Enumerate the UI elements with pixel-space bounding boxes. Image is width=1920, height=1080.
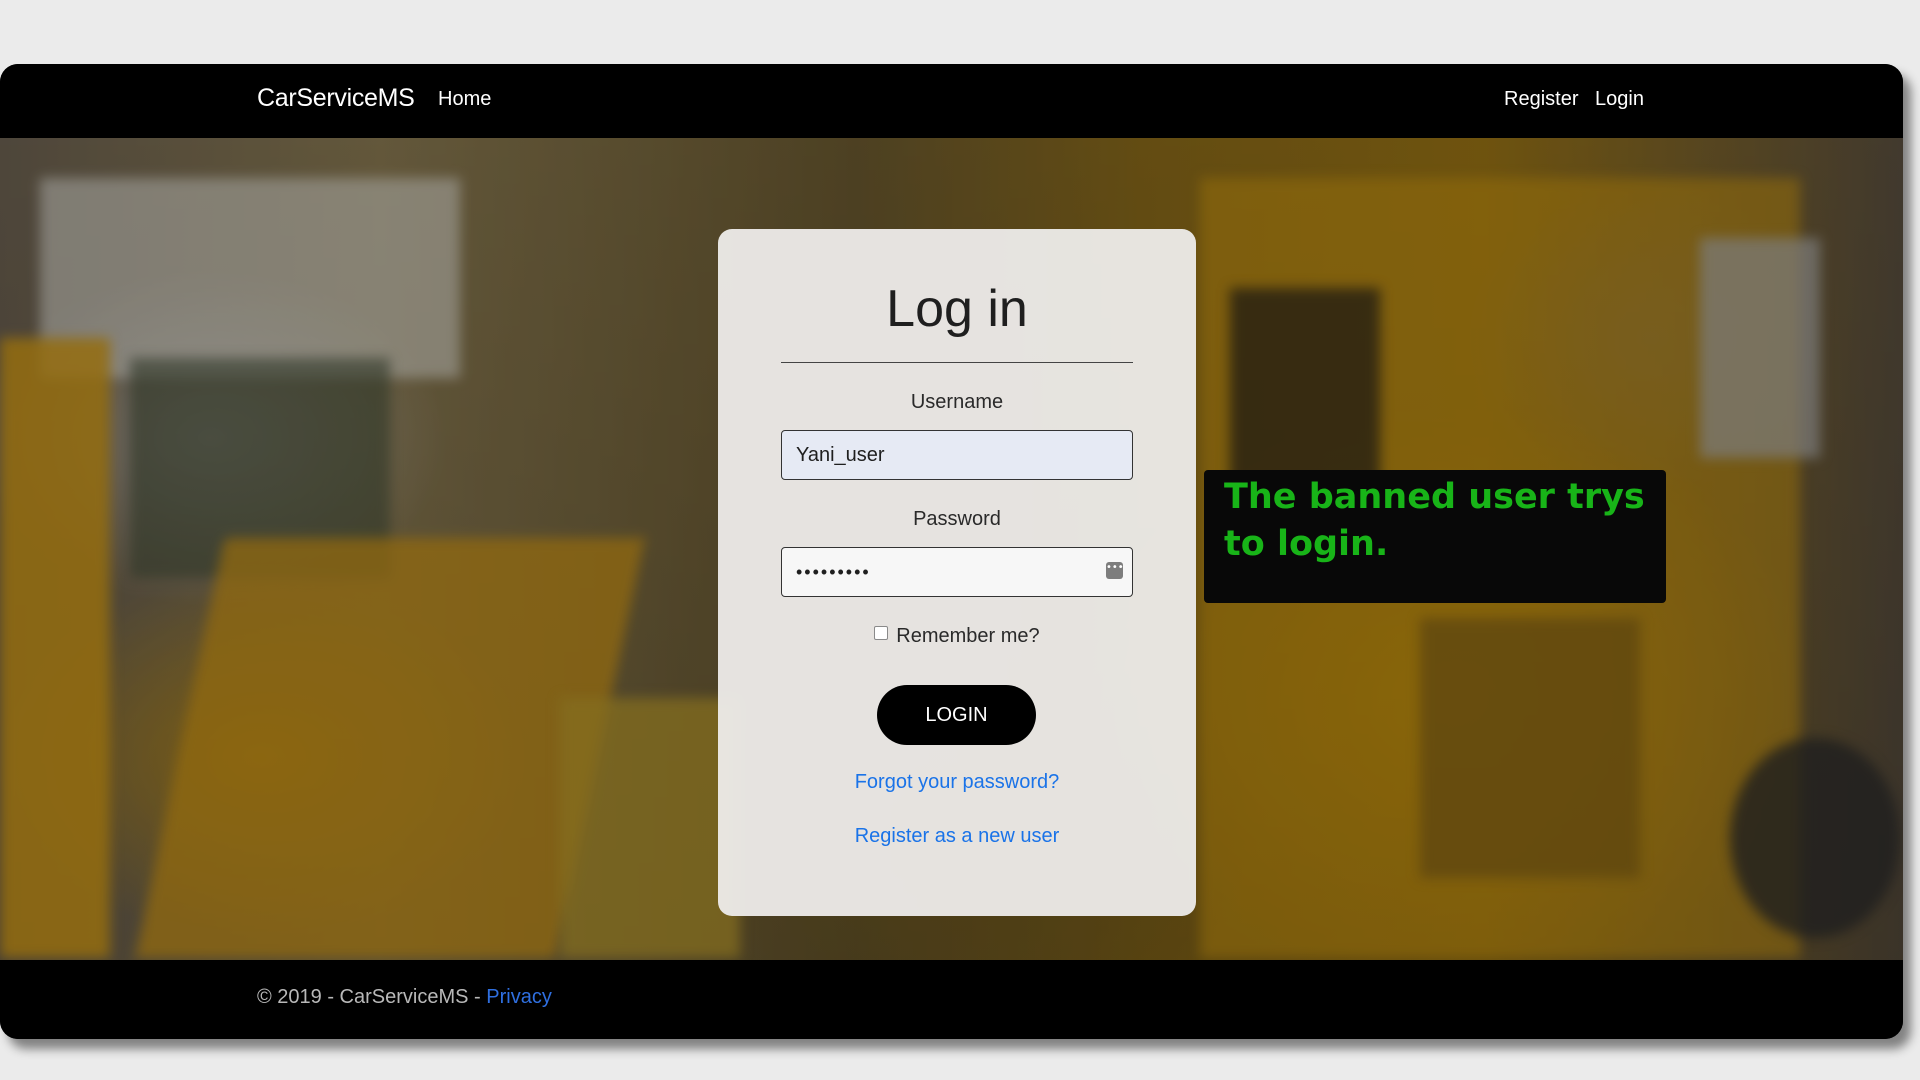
nav-login-link[interactable]: Login — [1595, 88, 1644, 111]
footer-text: © 2019 - CarServiceMS - Privacy — [257, 986, 552, 1009]
footer-privacy-link[interactable]: Privacy — [486, 986, 552, 1008]
password-manager-icon[interactable]: ••• — [1106, 562, 1124, 579]
remember-me-checkbox[interactable] — [874, 626, 889, 640]
login-title: Log in — [886, 280, 1028, 338]
remember-me-label: Remember me? — [896, 625, 1040, 647]
browser-page: CarServiceMS Home Register Login Log in … — [0, 64, 1903, 1039]
footer-copyright: © 2019 - CarServiceMS - — [257, 986, 487, 1008]
password-input[interactable] — [781, 547, 1133, 597]
forgot-password-link[interactable]: Forgot your password? — [718, 771, 1196, 794]
title-divider — [781, 362, 1133, 363]
annotation-caption: The banned user trys to login. — [1204, 470, 1666, 603]
login-button[interactable]: LOGIN — [877, 685, 1036, 745]
username-label: Username — [910, 391, 1004, 413]
password-label: Password — [913, 508, 1001, 530]
top-navbar: CarServiceMS Home Register Login — [0, 64, 1903, 138]
remember-me-row[interactable]: Remember me? — [718, 625, 1196, 648]
username-input[interactable] — [781, 430, 1133, 480]
nav-register-link[interactable]: Register — [1504, 88, 1578, 111]
nav-home-link[interactable]: Home — [438, 88, 491, 111]
register-new-user-link[interactable]: Register as a new user — [718, 825, 1196, 848]
page-footer: © 2019 - CarServiceMS - Privacy — [0, 960, 1903, 1039]
login-card: Log in Username Password ••• Remember me… — [718, 229, 1196, 916]
brand-link[interactable]: CarServiceMS — [257, 84, 415, 113]
